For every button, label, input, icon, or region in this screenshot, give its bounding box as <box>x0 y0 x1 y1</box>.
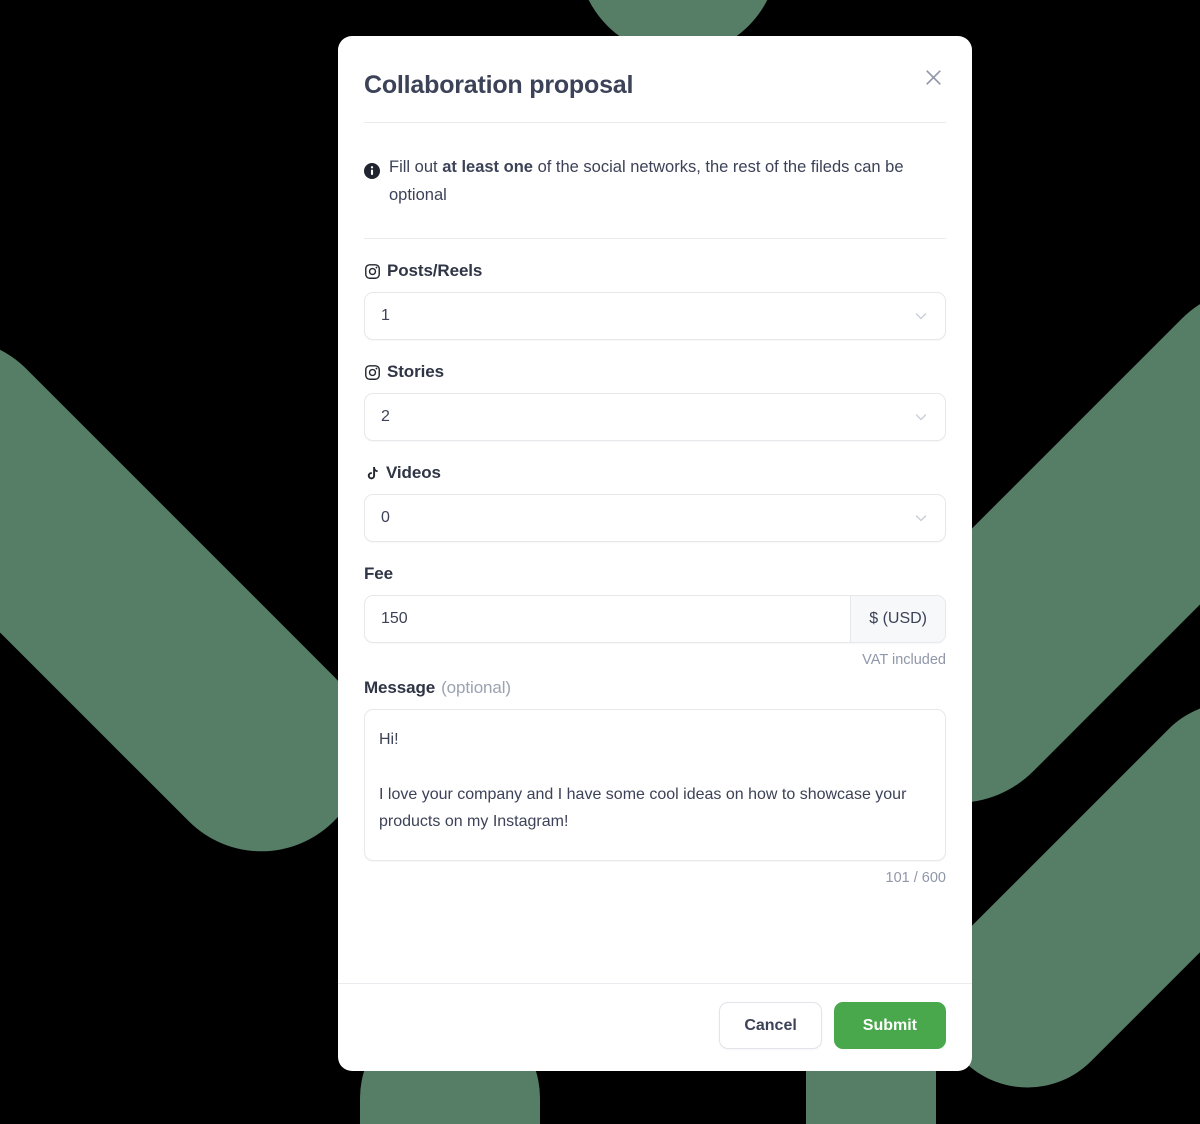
collaboration-proposal-dialog: Collaboration proposal Fill out at least… <box>338 36 972 1071</box>
videos-value: 0 <box>381 509 390 527</box>
field-stories: Stories 2 <box>364 340 946 442</box>
stories-select[interactable]: 2 <box>364 393 946 442</box>
videos-label-row: Videos <box>364 463 946 483</box>
tiktok-icon <box>364 465 380 482</box>
message-label-row: Message (optional) <box>364 678 946 698</box>
field-message: Message (optional) 101 / 600 <box>364 668 946 886</box>
page-title: Collaboration proposal <box>364 71 634 99</box>
fee-label-row: Fee <box>364 564 946 584</box>
dialog-header: Collaboration proposal <box>338 36 972 122</box>
field-videos: Videos 0 <box>364 441 946 543</box>
fee-input-group: $ (USD) <box>364 595 946 644</box>
fee-input[interactable] <box>365 596 851 643</box>
notice-strong: at least one <box>442 157 533 176</box>
videos-label: Videos <box>386 463 441 483</box>
stories-value: 2 <box>381 408 390 426</box>
posts-reels-label: Posts/Reels <box>387 261 483 281</box>
submit-button[interactable]: Submit <box>833 1002 946 1049</box>
field-posts-reels: Posts/Reels 1 <box>364 239 946 341</box>
field-fee: Fee $ (USD) VAT included <box>364 542 946 668</box>
instagram-icon <box>364 364 381 381</box>
stories-label: Stories <box>387 362 444 382</box>
notice-prefix: Fill out <box>389 157 443 176</box>
close-icon <box>924 68 943 87</box>
chevron-down-icon <box>913 409 929 425</box>
chevron-down-icon <box>913 308 929 324</box>
dialog-body: Fill out at least one of the social netw… <box>338 123 972 984</box>
stories-label-row: Stories <box>364 362 946 382</box>
posts-reels-select[interactable]: 1 <box>364 292 946 341</box>
videos-select[interactable]: 0 <box>364 494 946 543</box>
fee-hint: VAT included <box>862 652 946 669</box>
dialog-footer: Cancel Submit <box>338 983 972 1071</box>
message-label: Message <box>364 678 436 698</box>
chevron-down-icon <box>913 510 929 526</box>
message-textarea[interactable] <box>379 726 931 845</box>
posts-reels-value: 1 <box>381 307 390 325</box>
message-optional-label: (optional) <box>441 678 511 698</box>
fee-currency-suffix: $ (USD) <box>850 596 945 643</box>
message-box <box>364 709 946 862</box>
close-button[interactable] <box>916 60 950 94</box>
fee-label: Fee <box>364 564 393 584</box>
cancel-button[interactable]: Cancel <box>719 1002 822 1049</box>
instagram-icon <box>364 263 381 280</box>
notice-banner: Fill out at least one of the social netw… <box>364 123 924 211</box>
info-icon <box>364 160 380 189</box>
posts-reels-label-row: Posts/Reels <box>364 261 946 281</box>
notice-text: Fill out at least one of the social netw… <box>389 153 924 211</box>
message-character-counter: 101 / 600 <box>885 870 946 887</box>
